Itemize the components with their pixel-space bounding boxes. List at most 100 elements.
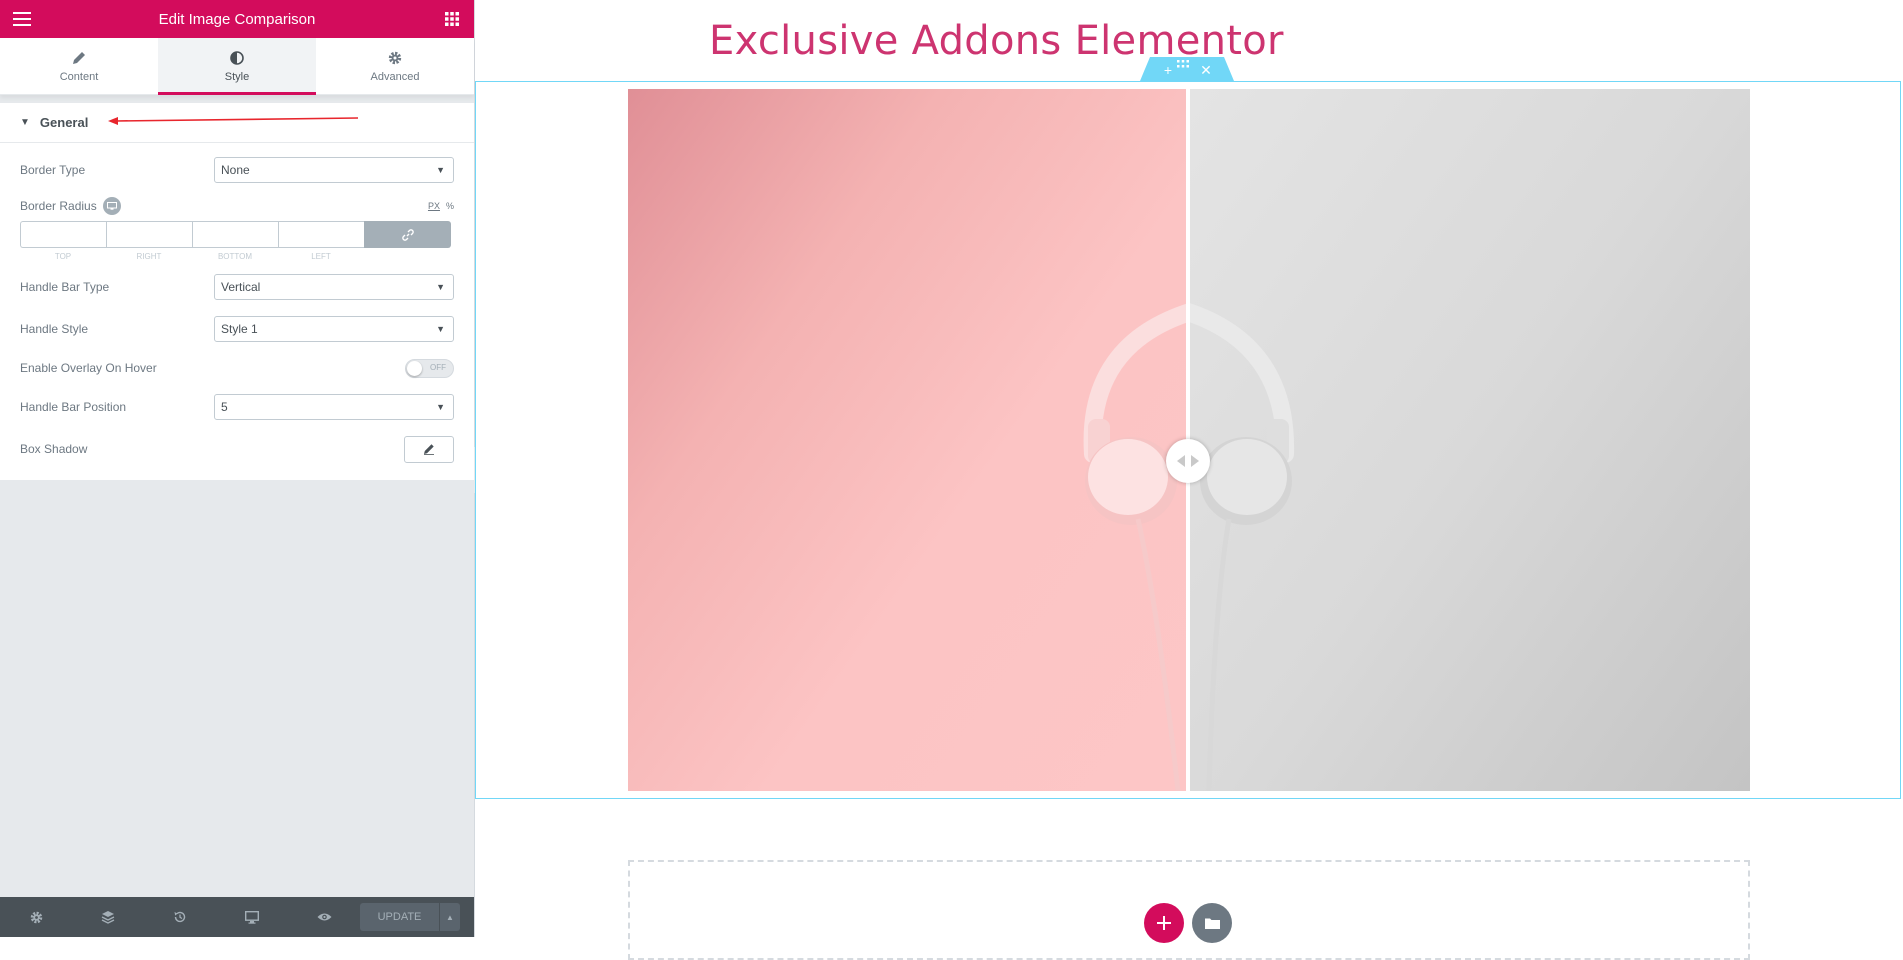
widgets-button[interactable] [441, 8, 463, 30]
red-arrow-annotation [108, 117, 359, 125]
image-comparison-widget[interactable] [628, 89, 1750, 791]
panel-footer: UPDATE ▲ [0, 897, 474, 937]
tab-content[interactable]: Content [0, 38, 158, 94]
add-new-section-button[interactable] [1144, 903, 1184, 943]
handle-style-select[interactable]: Style 1 ▼ [214, 316, 454, 342]
panel-header: Edit Image Comparison [0, 0, 474, 38]
panel-title: Edit Image Comparison [158, 10, 316, 28]
tab-label: Content [59, 71, 99, 83]
folder-icon [1204, 918, 1220, 929]
plus-icon [1157, 916, 1171, 930]
left-right-arrows-icon [1177, 455, 1199, 467]
control-label: Border Type [20, 163, 86, 177]
control-label: Box Shadow [20, 442, 88, 456]
link-icon [401, 228, 414, 241]
unit-percent[interactable]: % [446, 201, 454, 211]
editor-panel: Edit Image Comparison Content Style Adva… [0, 0, 475, 937]
handle-bar-type-select[interactable]: Vertical ▼ [214, 274, 454, 300]
unit-switcher: PX% [428, 201, 454, 211]
chevron-down-icon: ▼ [436, 402, 445, 412]
overlay-toggle[interactable]: OFF [405, 358, 454, 378]
control-handle-bar-type: Handle Bar Type Vertical ▼ [20, 266, 454, 308]
grid-icon [445, 12, 459, 26]
control-label: Handle Bar Position [20, 400, 127, 414]
tab-label: Style [224, 71, 250, 83]
pink-headphones-image [1083, 302, 1189, 791]
eye-icon [317, 913, 331, 921]
hamburger-icon [13, 12, 31, 26]
menu-button[interactable] [11, 8, 33, 30]
radius-top-input[interactable] [20, 221, 106, 248]
layers-icon [101, 911, 115, 924]
gear-icon [30, 911, 42, 923]
drag-icon [1177, 60, 1189, 68]
unit-px[interactable]: PX [428, 201, 440, 211]
link-values-button[interactable] [364, 221, 451, 248]
gear-icon [388, 51, 402, 65]
dimension-labels: TOP RIGHT BOTTOM LEFT [20, 252, 366, 266]
navigator-button[interactable] [72, 897, 144, 937]
radius-bottom-input[interactable] [192, 221, 278, 248]
radius-left-input[interactable] [278, 221, 364, 248]
control-label: Enable Overlay On Hover [20, 361, 157, 375]
pencil-icon [424, 444, 434, 455]
toggle-state-label: OFF [430, 362, 446, 372]
control-handle-style: Handle Style Style 1 ▼ [20, 308, 454, 350]
preview-button[interactable] [288, 897, 360, 937]
white-headphones-image [1189, 302, 1295, 791]
update-options-button[interactable]: ▲ [439, 903, 460, 931]
toggle-knob [407, 360, 422, 376]
handle-bar-position-select[interactable]: 5 ▼ [214, 394, 454, 420]
desktop-icon [106, 202, 117, 210]
section-handle: + ✕ [1140, 57, 1234, 81]
control-label: Border Radius [20, 199, 97, 213]
control-border-radius: Border Radius PX% TOP RIGHT BOTTOM LEFT [20, 193, 454, 266]
box-shadow-edit-button[interactable] [404, 435, 454, 463]
history-icon [174, 911, 186, 923]
responsive-mode-button[interactable] [216, 897, 288, 937]
settings-button[interactable] [0, 897, 72, 937]
control-handle-bar-position: Handle Bar Position 5 ▼ [20, 386, 454, 428]
border-type-select[interactable]: None ▼ [214, 157, 454, 183]
history-button[interactable] [144, 897, 216, 937]
label-right: RIGHT [136, 252, 162, 261]
delete-section-handle-button[interactable]: ✕ [1196, 60, 1216, 80]
editor-canvas: Exclusive Addons Elementor + ✕ [475, 0, 1903, 960]
update-button[interactable]: UPDATE [360, 903, 439, 931]
select-value: Vertical [221, 280, 261, 294]
radius-right-input[interactable] [106, 221, 192, 248]
responsive-device-button[interactable] [102, 197, 121, 215]
chevron-down-icon: ▼ [436, 282, 445, 292]
panel-tabs: Content Style Advanced [0, 38, 474, 95]
tab-advanced[interactable]: Advanced [316, 38, 474, 94]
control-label: Handle Bar Type [20, 280, 110, 294]
plus-icon: + [1163, 62, 1173, 78]
label-top: TOP [54, 252, 72, 261]
label-bottom: BOTTOM [217, 252, 253, 261]
half-circle-icon [230, 51, 244, 65]
select-value: None [221, 163, 250, 177]
section-body: Border Type None ▼ Border Radius PX% TOP… [0, 143, 474, 480]
control-overlay-on-hover: Enable Overlay On Hover OFF [20, 350, 454, 386]
close-icon: ✕ [1200, 61, 1212, 78]
tab-style[interactable]: Style [158, 38, 316, 95]
dimensions-inputs [20, 221, 454, 248]
pencil-icon [73, 52, 85, 64]
desktop-icon [245, 910, 259, 924]
section-toggle-general[interactable]: ▼ General [0, 103, 474, 143]
tab-label: Advanced [370, 71, 420, 83]
add-section-dropzone [628, 860, 1750, 960]
control-box-shadow: Box Shadow [20, 428, 454, 470]
select-value: Style 1 [221, 322, 258, 336]
select-value: 5 [221, 400, 228, 414]
section-title: General [39, 115, 89, 130]
drag-section-handle-button[interactable] [1177, 60, 1197, 80]
caret-up-icon: ▲ [446, 912, 454, 922]
chevron-down-icon: ▼ [436, 324, 445, 334]
add-section-handle-button[interactable]: + [1158, 60, 1178, 80]
comparison-handle[interactable] [1166, 439, 1210, 483]
before-image [628, 89, 1189, 791]
chevron-down-icon: ▼ [436, 165, 445, 175]
after-image [1189, 89, 1750, 791]
add-template-button[interactable] [1192, 903, 1232, 943]
